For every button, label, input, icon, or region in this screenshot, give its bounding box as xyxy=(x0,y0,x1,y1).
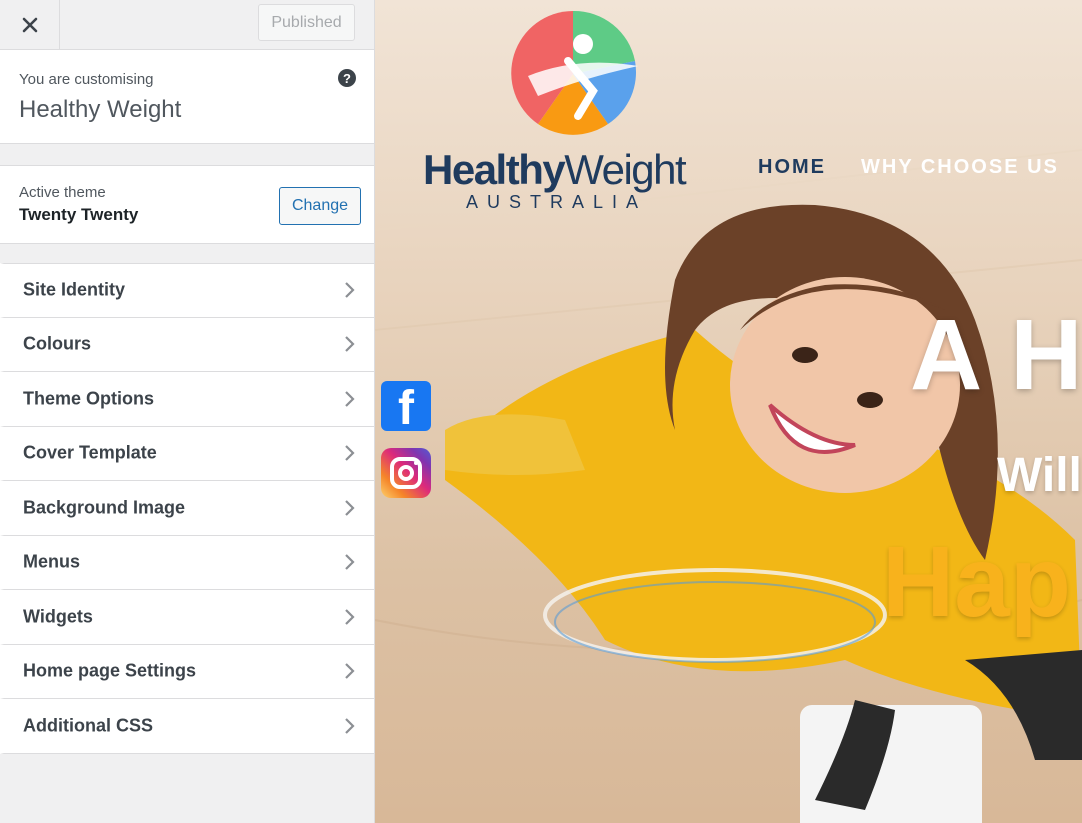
close-icon xyxy=(22,17,37,32)
section-widgets[interactable]: Widgets xyxy=(0,590,374,645)
section-label: Background Image xyxy=(23,497,186,518)
published-button[interactable]: Published xyxy=(258,4,355,41)
customizer-sidebar: Published You are customising Healthy We… xyxy=(0,0,375,823)
section-label: Cover Template xyxy=(23,442,157,463)
help-icon[interactable]: ? xyxy=(338,69,356,87)
customising-label: You are customising xyxy=(19,71,154,88)
nav-why-choose-us-link[interactable]: WHY CHOOSE US xyxy=(861,156,1059,179)
active-theme-panel: Active theme Twenty Twenty Change xyxy=(0,165,374,244)
site-title: Healthy Weight xyxy=(19,96,182,123)
nav-home-link[interactable]: HOME xyxy=(758,156,826,179)
section-label: Site Identity xyxy=(23,279,126,300)
site-preview[interactable]: HealthyWeight AUSTRALIA HOME WHY CHOOSE … xyxy=(375,0,1082,823)
section-label: Colours xyxy=(23,333,92,354)
section-colours[interactable]: Colours xyxy=(0,317,374,372)
facebook-glyph: f xyxy=(398,382,414,432)
chevron-right-icon xyxy=(345,282,355,299)
customizer-sections-list: Site Identity Colours Theme Options Cove… xyxy=(0,263,374,754)
site-logo[interactable]: HealthyWeight AUSTRALIA xyxy=(423,6,723,212)
chevron-right-icon xyxy=(345,717,355,734)
logo-mark-icon xyxy=(511,10,638,135)
section-site-identity[interactable]: Site Identity xyxy=(0,263,374,318)
instagram-icon[interactable] xyxy=(381,448,431,498)
chevron-right-icon xyxy=(345,445,355,462)
section-label: Widgets xyxy=(23,606,93,627)
chevron-right-icon xyxy=(345,608,355,625)
customizer-header: Published xyxy=(0,0,374,50)
chevron-right-icon xyxy=(345,390,355,407)
section-home-page-settings[interactable]: Home page Settings xyxy=(0,644,374,699)
logo-text: HealthyWeight xyxy=(423,146,687,193)
section-cover-template[interactable]: Cover Template xyxy=(0,426,374,481)
section-label: Menus xyxy=(23,551,81,572)
hero-title: A H xyxy=(910,299,1082,411)
section-background-image[interactable]: Background Image xyxy=(0,481,374,536)
section-menus[interactable]: Menus xyxy=(0,535,374,590)
section-label: Home page Settings xyxy=(23,660,197,681)
logo-subtitle: AUSTRALIA xyxy=(466,192,648,212)
customizer-info-panel: You are customising Healthy Weight ? xyxy=(0,50,374,144)
close-button[interactable] xyxy=(0,0,60,49)
hero-subtitle: Will xyxy=(997,449,1082,502)
chevron-right-icon xyxy=(345,336,355,353)
chevron-right-icon xyxy=(345,663,355,680)
instagram-lens xyxy=(398,465,414,481)
instagram-flash xyxy=(414,461,418,465)
section-label: Theme Options xyxy=(23,388,155,409)
section-label: Additional CSS xyxy=(23,715,153,736)
change-theme-button[interactable]: Change xyxy=(279,187,361,225)
section-additional-css[interactable]: Additional CSS xyxy=(0,699,374,754)
active-theme-name: Twenty Twenty xyxy=(19,205,139,224)
chevron-right-icon xyxy=(345,499,355,516)
hero-highlight: Hap xyxy=(882,526,1071,638)
chevron-right-icon xyxy=(345,554,355,571)
section-theme-options[interactable]: Theme Options xyxy=(0,372,374,427)
active-theme-label: Active theme xyxy=(19,184,106,201)
facebook-icon[interactable]: f xyxy=(381,381,431,431)
